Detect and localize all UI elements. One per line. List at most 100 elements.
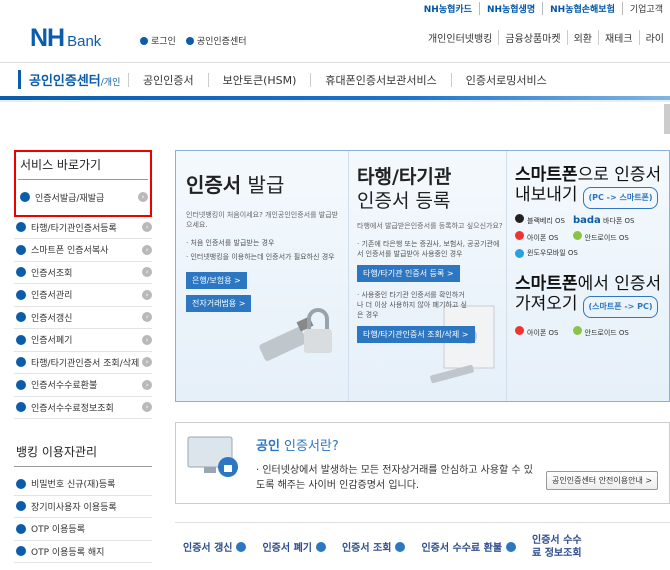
sidebar-user-item[interactable]: 비밀번호 신규(재)등록 [14, 473, 152, 496]
os-row: 블랙베리 OS bada 바다폰 OS [515, 214, 670, 226]
safe-use-guide-button[interactable]: 공인인증센터 안전이용안내 > [546, 471, 659, 490]
import-title: 스마트폰에서 인증서 가져오기 (스마트폰 -> PC) [515, 274, 670, 318]
issue-bullet: · 처음 인증서를 발급받는 경우 [186, 239, 275, 247]
sidebar-service-item[interactable]: 타행/타기관인증서 조회/삭제 › [14, 352, 152, 374]
login-link[interactable]: 로그인 [140, 34, 176, 47]
cert-services-panel: 인증서 발급 인터넷뱅킹이 처음이세요? 개인공인인증서를 발급받으세요. · … [175, 150, 670, 402]
quick-lookup[interactable]: 인증서 조회 [334, 539, 413, 554]
os-android-import[interactable]: 안드로이드 OS [572, 326, 629, 338]
gnb-item-public-cert[interactable]: 공인인증서 [129, 72, 208, 88]
gnb-item-phone-storage[interactable]: 휴대폰인증서보관서비스 [311, 72, 450, 88]
os-blackberry[interactable]: 블랙베리 OS [515, 214, 565, 226]
smartphone-column: 스마트폰으로 인증서 내보내기 (PC -> 스마트폰) 블랙베리 OS bada… [506, 151, 670, 401]
sidebar-service-item[interactable]: 인증서갱신 › [14, 307, 152, 329]
quick-renew[interactable]: 인증서 갱신 [175, 539, 254, 554]
gnb-item-hsm[interactable]: 보안토큰(HSM) [209, 72, 311, 88]
bank-insurance-button[interactable]: 은행/보험용 > [186, 272, 247, 289]
nav-stripe-light [0, 100, 670, 102]
arrow-right-icon: › [142, 312, 152, 323]
global-nav: 공인인증센터/개인 공인인증서 보안토큰(HSM) 휴대폰인증서보관서비스 인증… [0, 62, 670, 96]
other-bank-title: 타행/타기관 인증서 등록 [357, 166, 452, 212]
android-icon [572, 326, 582, 335]
cert-center-brand[interactable]: 공인인증센터/개인 [18, 70, 128, 89]
cert-icon [16, 478, 26, 489]
arrow-right-icon: › [138, 192, 148, 203]
sidebar: 서비스 바로가기 인증서발급/재발급 › 타행/타기관인증서등록 › 스마트폰 인증서… [14, 150, 152, 563]
arrow-right-icon: › [142, 379, 152, 390]
arrow-right-icon: › [142, 267, 152, 278]
sidebar-service-item[interactable]: 인증서관리 › [14, 284, 152, 307]
quick-revoke[interactable]: 인증서 폐기 [254, 539, 333, 554]
sidebar-user-item[interactable]: OTP 이용등록 해지 [14, 541, 152, 563]
menu-fx[interactable]: 외환 [566, 30, 598, 45]
arrow-right-icon [506, 541, 517, 552]
quick-refund[interactable]: 인증서 수수료 환불 [413, 539, 524, 554]
arrow-right-icon: › [142, 289, 152, 300]
other-bank-column: 타행/타기관 인증서 등록 타행에서 발급받은인증서를 등록하고 싶으신가요? ·… [348, 151, 503, 401]
cert-icon [16, 523, 26, 534]
login-icon [140, 37, 148, 45]
menu-investment[interactable]: 재테크 [597, 30, 639, 45]
cert-icon [16, 402, 26, 413]
other-cert-lookup-button[interactable]: 타행/타기관인증서 조회/삭제 > [357, 326, 475, 343]
util-link-insurance[interactable]: NH농협손해보험 [542, 1, 622, 15]
cert-icon [16, 546, 26, 557]
cert-center-link[interactable]: 공인인증센터 [185, 34, 247, 47]
util-bar: NH농협카드 NH농협생명 NH농협손해보험 기업고객 [417, 0, 670, 16]
cert-icon [16, 222, 26, 233]
cert-icon [16, 334, 26, 345]
other-cert-register-button[interactable]: 타행/타기관 인증서 등록 > [357, 265, 460, 282]
arrow-right-icon: › [142, 402, 152, 413]
other-bank-bullet: · 기존에 타은행 또는 증권사, 보험사, 공공기관에서 인증서를 발급받아 … [357, 240, 500, 258]
cert-icon [16, 357, 26, 368]
menu-life[interactable]: 라이 [638, 30, 670, 45]
quick-fee-info[interactable]: 인증서 수수료 정보조회 [524, 534, 598, 560]
gnb-item-roaming[interactable]: 인증서로밍서비스 [452, 72, 561, 88]
nh-bank-logo[interactable]: NH Bank [30, 24, 101, 53]
scrollbar-thumb[interactable] [664, 104, 670, 134]
sidebar-service-item[interactable]: 타행/타기관인증서등록 › [14, 217, 152, 239]
issue-column: 인증서 발급 인터넷뱅킹이 처음이세요? 개인공인인증서를 발급받으세요. · … [186, 151, 341, 401]
arrow-right-icon [395, 541, 406, 552]
os-row: 아이폰 OS 안드로이드 OS [515, 326, 670, 338]
cert-icon [16, 501, 26, 512]
what-is-cert-banner: 공인 인증서란? · 인터넷상에서 발생하는 모든 전자상거래를 안심하고 사용… [175, 422, 670, 504]
os-windows-mobile[interactable]: 윈도우모바일 OS [515, 248, 670, 258]
banner-text: · 인터넷상에서 발생하는 모든 전자상거래를 안심하고 사용할 수 있도록 해… [256, 465, 534, 491]
banking-user-title: 뱅킹 이용자관리 [14, 443, 152, 467]
os-bada[interactable]: bada 바다폰 OS [573, 215, 635, 226]
sidebar-service-item[interactable]: 인증서조회 › [14, 262, 152, 284]
cert-icon [16, 289, 26, 300]
arrow-right-icon: › [142, 222, 152, 233]
sidebar-service-item[interactable]: 인증서수수료환불 › [14, 374, 152, 397]
sidebar-service-item[interactable]: 인증서수수료정보조회 › [14, 397, 152, 419]
arrow-right-icon [236, 541, 247, 552]
top-menu: 개인인터넷뱅킹 금융상품마켓 외환 재테크 라이 [422, 30, 670, 45]
arrow-right-icon [315, 541, 326, 552]
menu-personal-banking[interactable]: 개인인터넷뱅킹 [422, 30, 498, 45]
cert-icon [16, 312, 26, 323]
android-icon [572, 231, 582, 240]
sidebar-user-item[interactable]: OTP 이용등록 [14, 518, 152, 541]
general-purpose-button[interactable]: 전자거래범용 > [186, 295, 252, 312]
sidebar-service-item[interactable]: 스마트폰 인증서복사 › [14, 239, 152, 262]
os-row: 아이폰 OS 안드로이드 OS [515, 231, 670, 243]
os-iphone[interactable]: 아이폰 OS [515, 231, 559, 243]
other-bank-bullet: · 사용중인 타기관 인증서를 확인하거나 더 이상 사용하지 않아 폐기하고 … [357, 291, 467, 319]
menu-product-market[interactable]: 금융상품마켓 [498, 30, 566, 45]
sidebar-user-item[interactable]: 장기미사용자 이용등록 [14, 496, 152, 518]
quick-links: 인증서 갱신 인증서 폐기 인증서 조회 인증서 수수료 환불 인증서 수수료 … [175, 522, 670, 570]
sidebar-service-item[interactable]: 인증서폐기 › [14, 329, 152, 352]
other-bank-desc: 타행에서 발급받은인증서를 등록하고 싶으신가요? [357, 222, 503, 230]
apple-icon [515, 326, 524, 335]
sidebar-item-issue[interactable]: 인증서발급/재발급 › [18, 186, 148, 209]
os-iphone-import[interactable]: 아이폰 OS [515, 326, 559, 338]
service-shortcut-title: 서비스 바로가기 [18, 156, 148, 180]
os-android[interactable]: 안드로이드 OS [572, 231, 629, 243]
monitor-lock-icon [187, 436, 238, 477]
util-link-life[interactable]: NH농협생명 [478, 1, 542, 15]
export-title: 스마트폰으로 인증서 내보내기 (PC -> 스마트폰) [515, 165, 670, 209]
banner-title: 공인 인증서란? [256, 439, 339, 454]
util-link-corporate[interactable]: 기업고객 [621, 1, 670, 15]
util-link-card[interactable]: NH농협카드 [417, 2, 479, 15]
